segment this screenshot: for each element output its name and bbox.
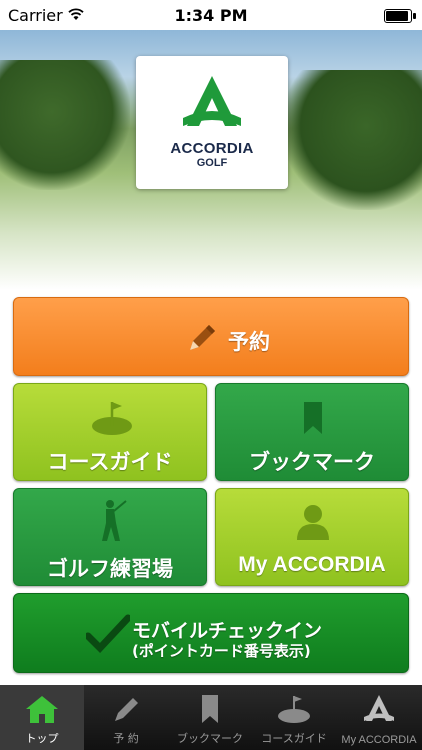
practice-range-label: ゴルフ練習場 bbox=[47, 557, 173, 581]
accordia-a-icon bbox=[183, 76, 241, 126]
reserve-button[interactable]: 予約 bbox=[13, 297, 409, 376]
checkin-subtitle: (ポイントカード番号表示) bbox=[132, 642, 311, 660]
pencil-icon bbox=[115, 698, 138, 721]
checkmark-icon bbox=[84, 614, 132, 658]
accordia-logo-icon bbox=[364, 695, 394, 721]
tab-reserve[interactable]: 予 約 bbox=[84, 685, 168, 750]
golfer-icon bbox=[96, 499, 128, 549]
bookmark-label: ブックマーク bbox=[249, 450, 375, 474]
trees-right bbox=[282, 70, 422, 210]
tab-bookmark-label: ブックマーク bbox=[177, 732, 243, 745]
tab-reserve-label: 予 約 bbox=[113, 732, 139, 745]
practice-range-button[interactable]: ゴルフ練習場 bbox=[13, 488, 207, 586]
tab-my-accordia-label: My ACCORDIA bbox=[341, 734, 417, 746]
tab-bar: トップ 予 約 ブックマーク コースガイド My ACCORDIA bbox=[0, 685, 422, 750]
logo-name: ACCORDIA bbox=[170, 140, 254, 157]
tab-course-guide-label: コースガイド bbox=[261, 732, 327, 745]
logo-sub: GOLF bbox=[196, 157, 228, 169]
bookmark-icon bbox=[202, 695, 218, 723]
bookmark-icon bbox=[302, 400, 324, 440]
my-accordia-button[interactable]: My ACCORDIA bbox=[215, 488, 409, 586]
my-accordia-label: My ACCORDIA bbox=[238, 553, 386, 576]
tab-course-guide[interactable]: コースガイド bbox=[252, 685, 336, 750]
golf-flag-icon bbox=[90, 398, 134, 442]
course-guide-label: コースガイド bbox=[47, 450, 173, 474]
trees-left bbox=[0, 60, 130, 190]
bookmark-button[interactable]: ブックマーク bbox=[215, 383, 409, 481]
clock: 1:34 PM bbox=[174, 6, 248, 25]
battery-icon bbox=[384, 9, 416, 23]
status-bar: Carrier 1:34 PM bbox=[0, 0, 422, 30]
course-guide-button[interactable]: コースガイド bbox=[13, 383, 207, 481]
tab-top-label: トップ bbox=[25, 732, 59, 745]
tab-bookmark[interactable]: ブックマーク bbox=[168, 685, 252, 750]
checkin-title: モバイルチェックイン bbox=[132, 620, 323, 642]
reserve-label: 予約 bbox=[228, 330, 270, 354]
home-icon bbox=[26, 696, 58, 723]
user-icon bbox=[296, 503, 330, 545]
mobile-checkin-button[interactable]: モバイルチェックイン (ポイントカード番号表示) bbox=[13, 593, 409, 673]
pencil-icon bbox=[184, 320, 220, 360]
tab-top[interactable]: トップ bbox=[0, 685, 84, 750]
golf-flag-icon bbox=[278, 696, 310, 723]
accordia-logo: ACCORDIA GOLF bbox=[136, 56, 288, 189]
tab-my-accordia[interactable]: My ACCORDIA bbox=[336, 685, 422, 750]
